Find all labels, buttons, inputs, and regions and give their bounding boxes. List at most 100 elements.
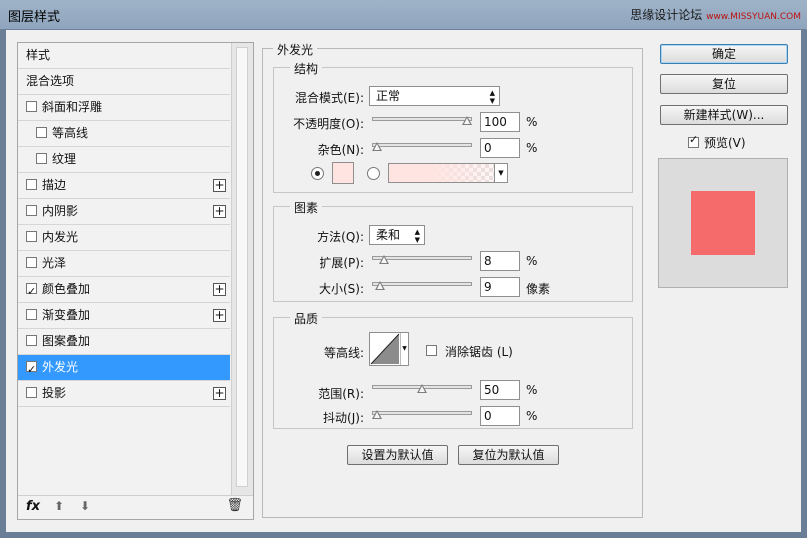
- style-item[interactable]: 光泽: [18, 251, 230, 277]
- style-item-checkbox[interactable]: [26, 179, 37, 190]
- style-item[interactable]: 斜面和浮雕: [18, 95, 230, 121]
- preview-label: 预览(V): [704, 136, 746, 150]
- blend-mode-select[interactable]: 正常 ▲ ▼: [369, 86, 500, 106]
- fx-button[interactable]: fx: [26, 499, 40, 514]
- reset-default-button[interactable]: 复位为默认值: [458, 445, 559, 465]
- select-arrows-icon: ▲ ▼: [414, 228, 420, 244]
- plus-icon[interactable]: +: [213, 387, 226, 400]
- style-item-checkbox[interactable]: [36, 153, 47, 164]
- size-unit: 像素: [526, 282, 551, 296]
- slider-knob[interactable]: [417, 384, 427, 393]
- opacity-input[interactable]: 100: [480, 112, 520, 132]
- style-item-checkbox[interactable]: [26, 257, 37, 268]
- range-slider[interactable]: [372, 382, 472, 393]
- style-item[interactable]: 内阴影 +: [18, 199, 230, 225]
- style-item-checkbox[interactable]: [26, 309, 37, 320]
- watermark-text: 思缘设计论坛: [630, 8, 703, 22]
- style-item[interactable]: 投影 +: [18, 381, 230, 407]
- style-list-rows: 样式混合选项斜面和浮雕等高线纹理描边 + 内阴影 + 内发光光泽颜色叠加 + 渐变叠加 + 图案…: [18, 43, 230, 407]
- plus-icon[interactable]: +: [213, 309, 226, 322]
- chevron-down-icon[interactable]: ▼: [494, 164, 507, 182]
- style-item[interactable]: 渐变叠加 +: [18, 303, 230, 329]
- slider-track: [372, 411, 472, 415]
- style-item-checkbox[interactable]: [26, 357, 37, 382]
- spread-input[interactable]: 8: [480, 251, 520, 271]
- gradient-radio[interactable]: [367, 167, 380, 180]
- plus-icon[interactable]: +: [213, 205, 226, 218]
- solid-color-radio[interactable]: [311, 167, 324, 180]
- style-item[interactable]: 图案叠加: [18, 329, 230, 355]
- contour-label: 等高线:: [323, 346, 364, 360]
- set-default-button[interactable]: 设置为默认值: [347, 445, 448, 465]
- noise-input[interactable]: 0: [480, 138, 520, 158]
- jitter-slider[interactable]: [372, 408, 472, 419]
- new-style-button[interactable]: 新建样式(W)...: [660, 105, 788, 125]
- style-item-label: 光泽: [42, 256, 67, 270]
- noise-slider[interactable]: [372, 140, 472, 151]
- style-item[interactable]: 混合选项: [18, 69, 230, 95]
- method-value: 柔和: [376, 228, 401, 242]
- scrollbar-thumb[interactable]: [236, 47, 248, 487]
- range-input[interactable]: 50: [480, 380, 520, 400]
- antialias-label: 消除锯齿 (L): [445, 345, 513, 359]
- style-item[interactable]: 外发光: [18, 355, 230, 382]
- reset-button[interactable]: 复位: [660, 74, 788, 94]
- arrow-down-icon[interactable]: ⬇: [80, 499, 90, 513]
- trash-icon[interactable]: 🗑: [226, 498, 243, 513]
- slider-track: [372, 282, 472, 286]
- style-item-label: 投影: [42, 386, 67, 400]
- arrow-up-icon[interactable]: ⬆: [54, 499, 64, 513]
- antialias-checkbox[interactable]: [426, 345, 437, 356]
- style-item-label: 图案叠加: [42, 334, 91, 348]
- plus-icon[interactable]: +: [213, 179, 226, 192]
- quality-group: 品质 等高线: ▼ 消除锯齿 (L) 范围(R): 50 % 抖动(J): 0 …: [273, 310, 633, 429]
- noise-unit: %: [526, 141, 538, 155]
- jitter-input[interactable]: 0: [480, 406, 520, 426]
- range-unit: %: [526, 383, 538, 397]
- spread-slider[interactable]: [372, 253, 472, 264]
- slider-knob[interactable]: [372, 410, 382, 419]
- preview-toggle[interactable]: 预览(V): [688, 133, 746, 151]
- style-item[interactable]: 内发光: [18, 225, 230, 251]
- style-item[interactable]: 颜色叠加 +: [18, 277, 230, 304]
- method-label: 方法(Q):: [317, 230, 364, 244]
- slider-knob[interactable]: [375, 281, 386, 290]
- glow-color-swatch[interactable]: [332, 162, 354, 184]
- chevron-down-icon[interactable]: ▼: [400, 333, 408, 365]
- preview-square: [691, 191, 755, 255]
- slider-knob[interactable]: [379, 255, 390, 264]
- style-item-checkbox[interactable]: [26, 335, 37, 346]
- gradient-picker[interactable]: ▼: [388, 163, 508, 183]
- style-item-checkbox[interactable]: [26, 279, 37, 304]
- slider-knob[interactable]: [462, 116, 472, 125]
- preview-checkbox[interactable]: [688, 133, 699, 148]
- size-input[interactable]: 9: [480, 277, 520, 297]
- slider-track: [372, 143, 472, 147]
- style-item[interactable]: 纹理: [18, 147, 230, 173]
- method-select[interactable]: 柔和 ▲ ▼: [369, 225, 425, 245]
- plus-icon[interactable]: +: [213, 283, 226, 296]
- size-slider[interactable]: [372, 279, 472, 290]
- elements-title: 图素: [290, 199, 323, 216]
- style-item-checkbox[interactable]: [36, 127, 47, 138]
- select-arrows-icon: ▲ ▼: [489, 89, 495, 105]
- style-item-checkbox[interactable]: [26, 205, 37, 216]
- slider-knob[interactable]: [372, 142, 382, 151]
- ok-button[interactable]: 确定: [660, 44, 788, 64]
- contour-picker[interactable]: ▼: [369, 332, 409, 366]
- structure-group: 结构 混合模式(E): 正常 ▲ ▼ 不透明度(O): 100 % 杂色(N): …: [273, 60, 633, 193]
- opacity-unit: %: [526, 115, 538, 129]
- style-item[interactable]: 描边 +: [18, 173, 230, 199]
- window-title: 图层样式: [8, 10, 61, 25]
- style-item-checkbox[interactable]: [26, 387, 37, 398]
- style-item-checkbox[interactable]: [26, 101, 37, 112]
- style-item[interactable]: 等高线: [18, 121, 230, 147]
- style-item-label: 颜色叠加: [42, 282, 91, 296]
- opacity-slider[interactable]: [372, 114, 472, 125]
- dialog-body: 样式混合选项斜面和浮雕等高线纹理描边 + 内阴影 + 内发光光泽颜色叠加 + 渐变叠加 + 图案…: [6, 30, 801, 532]
- style-list-scrollbar[interactable]: [231, 43, 253, 495]
- style-item-checkbox[interactable]: [26, 231, 37, 242]
- spread-unit: %: [526, 254, 538, 268]
- style-item-label: 等高线: [52, 126, 89, 140]
- style-item[interactable]: 样式: [18, 43, 230, 69]
